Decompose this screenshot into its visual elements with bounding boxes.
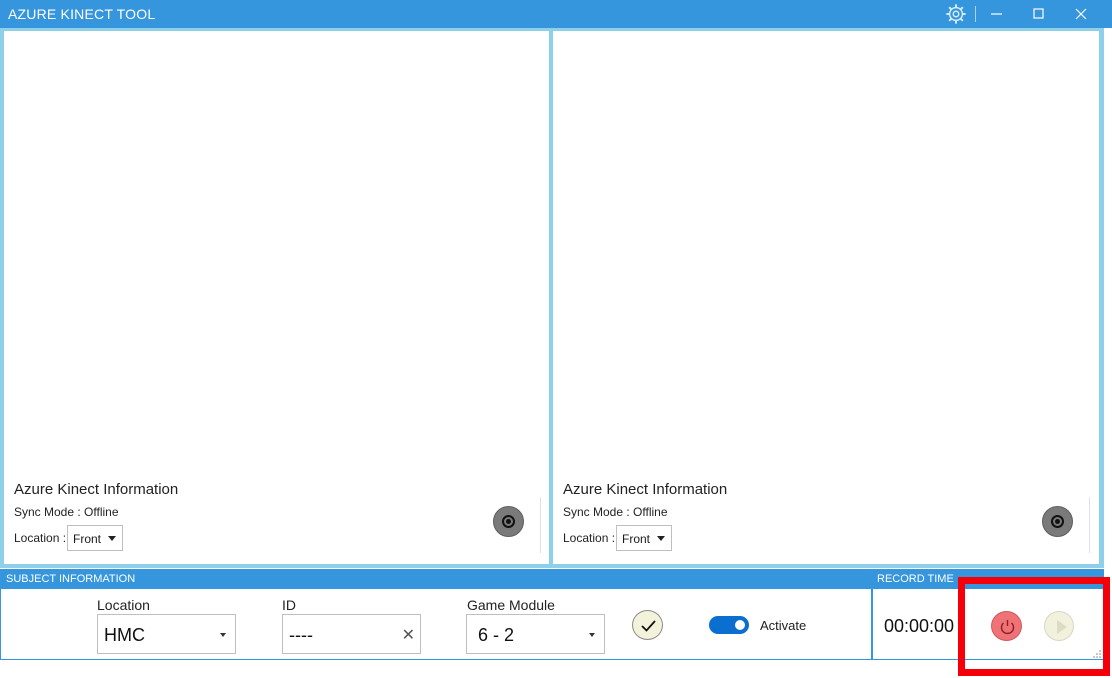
close-button[interactable] [1060,0,1102,28]
resize-grip-icon[interactable] [1093,650,1101,658]
sync-mode-text: Sync Mode : Offline [14,505,119,519]
location-select-value: HMC [104,625,145,645]
chevron-down-icon [108,536,116,541]
id-input-value: ---- [289,625,313,645]
location-label: Location : [14,531,67,545]
id-input[interactable]: ---- ✕ [282,614,421,654]
panel-heading: Azure Kinect Information [14,481,179,498]
location-dropdown[interactable]: Front [616,525,672,551]
minimize-button[interactable] [976,0,1018,28]
location-value: Front [73,532,102,546]
sync-mode-text: Sync Mode : Offline [563,505,668,519]
clear-icon[interactable]: ✕ [402,625,415,645]
location-label: Location : [563,531,616,545]
bottom-section-bar: SUBJECT INFORMATION RECORD TIME [0,569,1104,589]
play-button[interactable] [1044,611,1074,641]
kinect-panel-right: Azure Kinect Information Sync Mode : Off… [553,31,1099,564]
power-icon [1000,620,1015,635]
gear-icon[interactable] [944,3,968,25]
location-select[interactable]: HMC [97,614,236,654]
record-camera-button[interactable] [1042,506,1073,537]
chevron-down-icon [589,633,595,637]
activate-toggle[interactable] [709,616,749,634]
panel-divider [1089,497,1090,553]
game-module-select[interactable]: 6 - 2 [466,614,605,654]
id-field-label: ID [282,597,296,613]
chevron-down-icon [657,536,665,541]
chevron-down-icon [220,633,226,637]
minimize-icon [991,13,1002,15]
panel-heading: Azure Kinect Information [563,481,728,498]
game-module-value: 6 - 2 [478,625,515,645]
activate-label: Activate [760,618,807,633]
subject-information-label: SUBJECT INFORMATION [6,573,136,585]
checkmark-icon [641,620,656,632]
window-title: AZURE KINECT TOOL [8,6,156,22]
panel-divider [540,497,541,553]
record-camera-button[interactable] [493,506,524,537]
close-icon [1075,8,1087,20]
toggle-knob [735,620,745,630]
record-time-label: RECORD TIME [877,573,954,585]
location-dropdown[interactable]: Front [67,525,123,551]
play-icon [1057,620,1067,634]
record-time-value: 00:00:00 [884,616,955,636]
maximize-button[interactable] [1018,0,1060,28]
game-module-label: Game Module [467,597,555,613]
confirm-button[interactable] [632,610,663,640]
location-value: Front [622,532,651,546]
title-bar: AZURE KINECT TOOL [0,0,1112,28]
maximize-icon [1033,8,1044,19]
location-field-label: Location [97,597,150,613]
kinect-panel-left: Azure Kinect Information Sync Mode : Off… [4,31,549,564]
power-button[interactable] [991,611,1022,641]
